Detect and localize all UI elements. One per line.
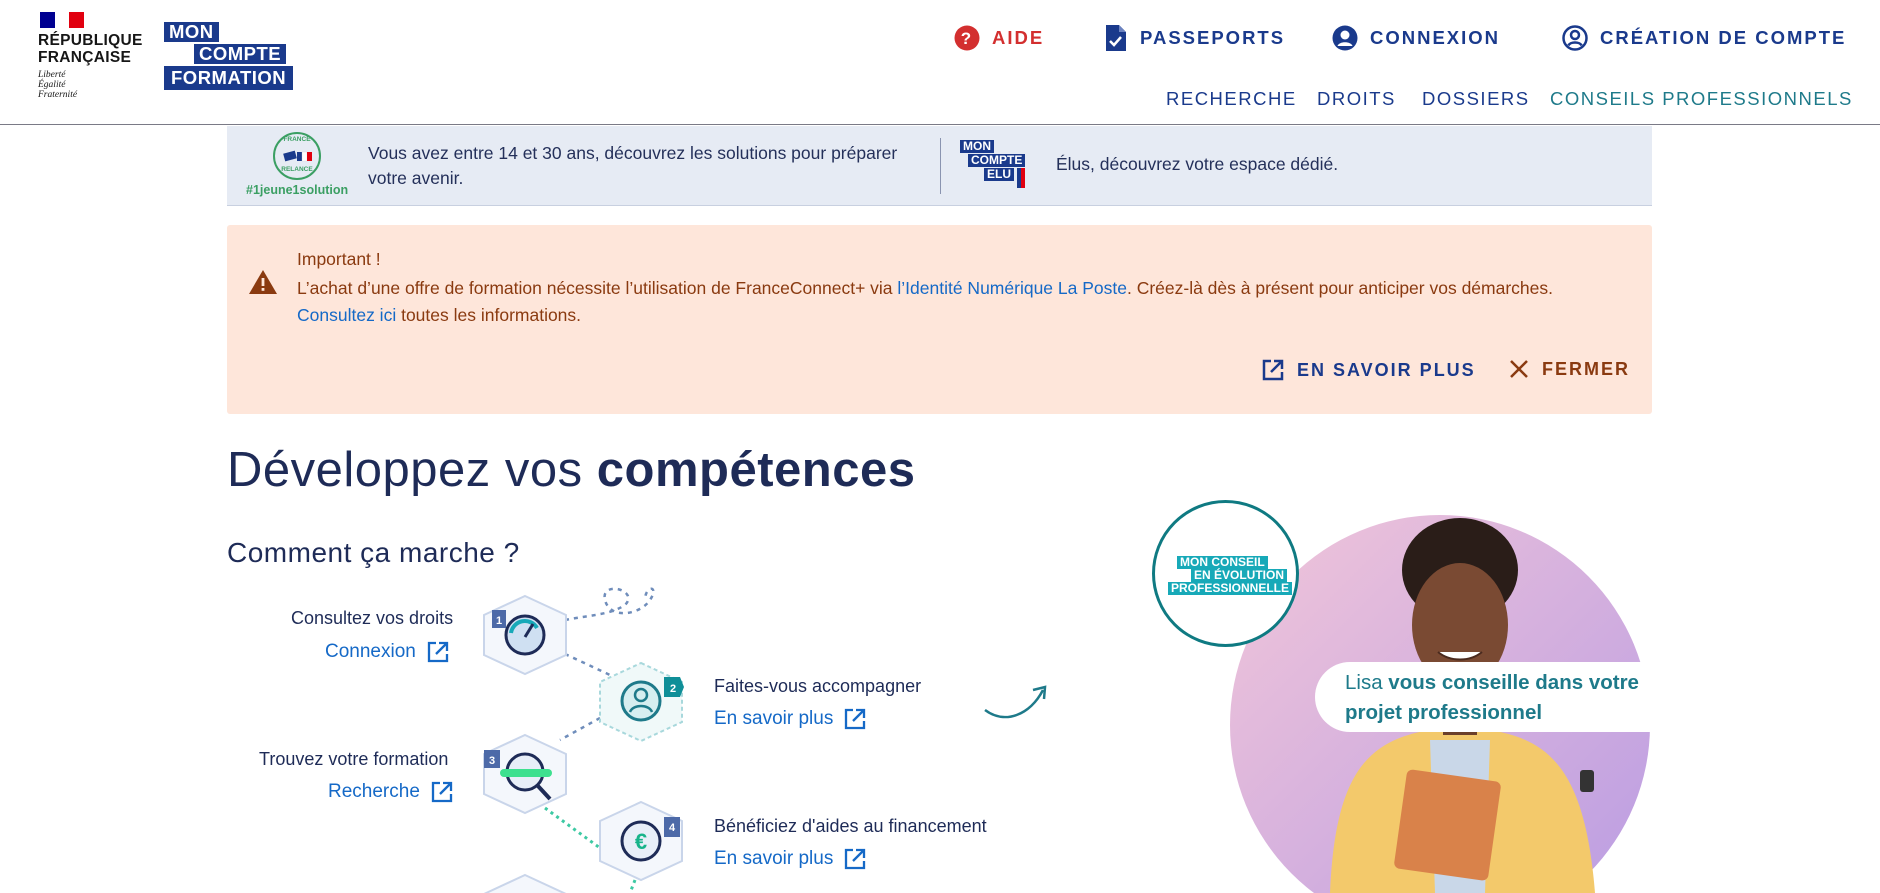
subnav-conseils[interactable]: CONSEILS PROFESSIONNELS bbox=[1550, 88, 1853, 110]
en-savoir-plus-button[interactable]: EN SAVOIR PLUS bbox=[1261, 358, 1476, 382]
fermer-label: FERMER bbox=[1542, 358, 1630, 379]
step-3-recherche-link[interactable]: Recherche bbox=[328, 780, 454, 804]
steps-illustration: 1 2 3 € 4 bbox=[483, 587, 1047, 893]
step-4-en-savoir-plus-link[interactable]: En savoir plus bbox=[714, 847, 867, 871]
subnav-recherche[interactable]: RECHERCHE bbox=[1166, 88, 1297, 110]
nav-creation-compte[interactable]: CRÉATION DE COMPTE bbox=[1562, 22, 1846, 54]
external-link-icon bbox=[845, 708, 866, 730]
watch-icon bbox=[1580, 770, 1594, 792]
dashed-path-1-2 bbox=[564, 652, 611, 677]
step-3-number: 3 bbox=[489, 755, 495, 767]
step-4-link-label: En savoir plus bbox=[714, 848, 834, 869]
en-savoir-plus-label: EN SAVOIR PLUS bbox=[1297, 359, 1476, 380]
step-4-number: 4 bbox=[669, 822, 676, 834]
step-1-connexion-link[interactable]: Connexion bbox=[325, 640, 450, 664]
nav-connexion[interactable]: CONNEXION bbox=[1332, 22, 1500, 54]
close-icon bbox=[1510, 360, 1528, 378]
step-2-en-savoir-plus-link[interactable]: En savoir plus bbox=[714, 707, 867, 731]
nav-creation-label: CRÉATION DE COMPTE bbox=[1600, 27, 1847, 48]
alert-body-text-2: . Créez-là dès à présent pour anticiper … bbox=[1126, 278, 1554, 298]
fermer-button[interactable]: FERMER bbox=[1508, 358, 1630, 380]
tablet-icon bbox=[1394, 769, 1501, 881]
user-circle-icon bbox=[1332, 25, 1358, 51]
subnav-droits[interactable]: DROITS bbox=[1317, 88, 1396, 110]
step-2-link-label: En savoir plus bbox=[714, 708, 834, 729]
nav-passeports[interactable]: PASSEPORTS bbox=[1104, 22, 1285, 54]
subnav-dossiers[interactable]: DOSSIERS bbox=[1422, 88, 1530, 110]
external-link-icon bbox=[427, 641, 448, 663]
quote-rest: vous conseille dans votre projet profess… bbox=[1345, 671, 1639, 724]
curved-arrow-icon bbox=[984, 689, 1045, 719]
mcep-line-3: PROFESSIONNELLE bbox=[1168, 582, 1293, 595]
user-outline-icon bbox=[1562, 25, 1588, 51]
step-1-link-label: Connexion bbox=[325, 641, 416, 662]
step-4-label: Bénéficiez d'aides au financement bbox=[714, 816, 987, 836]
mon-conseil-evolution-badge[interactable]: MON CONSEIL EN ÉVOLUTION PROFESSIONNELLE bbox=[1152, 500, 1299, 647]
dashed-path-4-5 bbox=[628, 879, 637, 893]
step-3-label: Trouvez votre formation bbox=[259, 749, 449, 769]
nav-passeports-label: PASSEPORTS bbox=[1140, 27, 1286, 48]
euro-symbol: € bbox=[635, 829, 647, 854]
advisor-quote: Lisa vous conseille dans votre projet pr… bbox=[1345, 668, 1645, 728]
dashed-path-loop bbox=[564, 587, 655, 622]
step-2-label: Faites-vous accompagner bbox=[714, 676, 922, 696]
external-link-icon bbox=[845, 848, 866, 870]
step-3-link-label: Recherche bbox=[328, 781, 420, 802]
quote-name: Lisa bbox=[1345, 671, 1383, 694]
external-link-icon bbox=[431, 781, 453, 803]
step-5-hexagon-partial bbox=[483, 873, 567, 893]
step-2-number: 2 bbox=[670, 683, 676, 695]
step-1-label: Consultez vos droits bbox=[291, 608, 454, 628]
document-check-icon bbox=[1106, 25, 1126, 51]
step-1-number: 1 bbox=[496, 615, 502, 627]
dashed-path-3-4 bbox=[544, 806, 601, 850]
external-link-icon bbox=[1262, 359, 1284, 381]
nav-connexion-label: CONNEXION bbox=[1370, 27, 1501, 48]
dashed-path-2-3 bbox=[559, 716, 601, 742]
